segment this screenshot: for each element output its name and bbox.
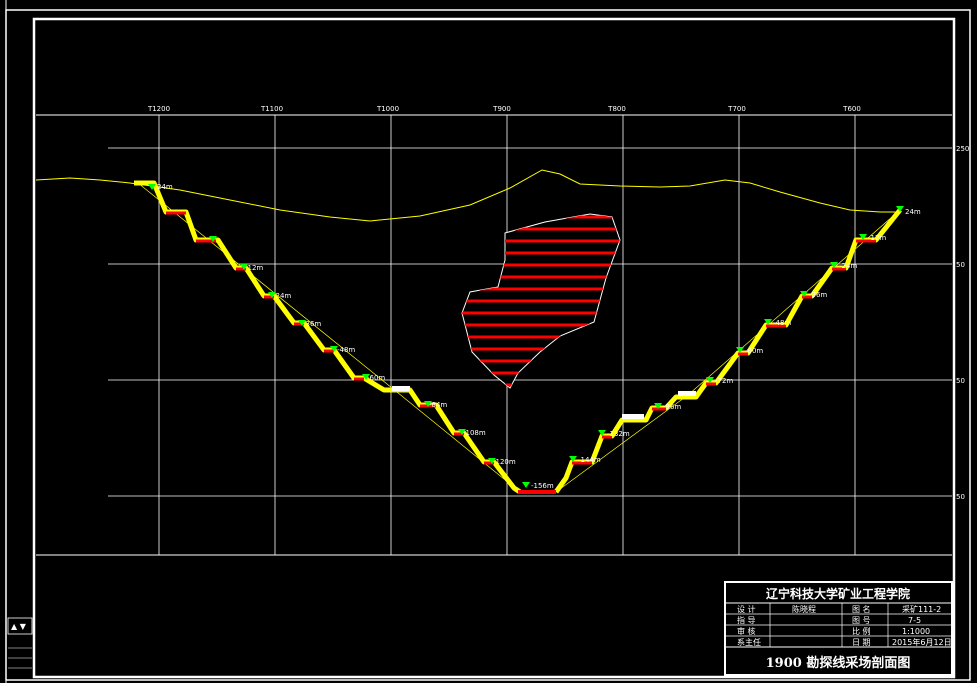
bench-elevation-label: 24m: [157, 183, 173, 191]
bench-elevation-label: -96m: [663, 403, 681, 411]
bench-elevation-label: -24m: [273, 292, 291, 300]
bench-elevation-label: -48m: [337, 346, 355, 354]
bench-elevation-label: -144m: [578, 456, 601, 464]
bench-elevation-label: -84m: [429, 401, 447, 409]
grid-top-label: T1200: [147, 105, 170, 113]
ore-hatching: [462, 215, 620, 387]
ore-body: [461, 213, 621, 389]
grid-right-label: 50: [956, 493, 965, 501]
bench-elevation-label: -156m: [531, 482, 554, 490]
tb-value: 陈晓程: [792, 604, 816, 614]
pit-slope-left: [134, 180, 522, 495]
bench-elevation-label: -12m: [245, 264, 263, 272]
bench-elevation-label: 24m: [905, 208, 921, 216]
school-name: 辽宁科技大学矿业工程学院: [766, 586, 910, 601]
bench-elevation-label: -132m: [607, 430, 630, 438]
tb-key: 设 计: [737, 604, 756, 614]
bench-elevation-label: -60m: [745, 347, 763, 355]
grid-right-label: 250: [956, 145, 969, 153]
tb-value: 7-5: [908, 616, 921, 625]
tb-value: 1:1000: [902, 627, 930, 636]
title-block: 辽宁科技大学矿业工程学院 设 计 陈晓程 图 名 采矿111-2 指 导 图 号…: [724, 581, 953, 676]
grid-top-label: T800: [607, 105, 626, 113]
grid-top-label: T700: [727, 105, 746, 113]
bench-elevation-label: -12m: [868, 234, 886, 242]
tb-key: 审 核: [737, 626, 756, 636]
bench-elevation-label: -72m: [715, 377, 733, 385]
tb-value: 2015年6月12日: [892, 637, 952, 647]
grid-top-label: T1100: [260, 105, 283, 113]
grid-right-label: 50: [956, 261, 965, 269]
bench-elevation-label: -24m: [839, 262, 857, 270]
bench-elevation-label: -36m: [809, 291, 827, 299]
drawing-title: 1900 勘探线采场剖面图: [766, 655, 911, 671]
haul-road-block: [678, 391, 696, 396]
tb-key: 比 例: [852, 626, 871, 636]
haul-road-block: [392, 386, 410, 391]
tb-key: 日 期: [852, 638, 871, 647]
tb-key: 图 名: [852, 604, 871, 614]
bench-elevation-label: -60m: [367, 374, 385, 382]
bench-elevation-label: -108m: [463, 429, 486, 437]
haul-road-block: [622, 414, 644, 419]
bench-elevation-label: -36m: [303, 320, 321, 328]
section-drawing: T1200 T1100 T1000 T900 T800 T700 T600 25…: [5, 0, 971, 683]
elevation-marker-icon: [522, 482, 530, 488]
legend-symbol: ▲ ▼: [11, 622, 27, 631]
grid-top-label: T1000: [376, 105, 399, 113]
tb-key: 图 号: [852, 616, 871, 625]
legend-box: ▲ ▼: [7, 617, 33, 669]
tb-value: 采矿111-2: [902, 604, 941, 614]
bench-elevation-label: -120m: [493, 458, 516, 466]
bench-elevation-label: -48m: [773, 319, 791, 327]
pit-boundary-left: [137, 182, 521, 493]
grid-right-label: 50: [956, 377, 965, 385]
tb-key: 指 导: [737, 615, 756, 625]
grid-top-label: T900: [492, 105, 511, 113]
grid-top-label: T600: [842, 105, 861, 113]
tb-key: 系主任: [737, 637, 761, 647]
